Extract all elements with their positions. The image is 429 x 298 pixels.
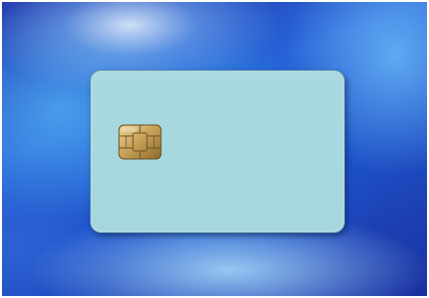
smart-card bbox=[90, 70, 345, 233]
smart-card-photo bbox=[0, 0, 429, 298]
chip-icon bbox=[118, 124, 162, 160]
